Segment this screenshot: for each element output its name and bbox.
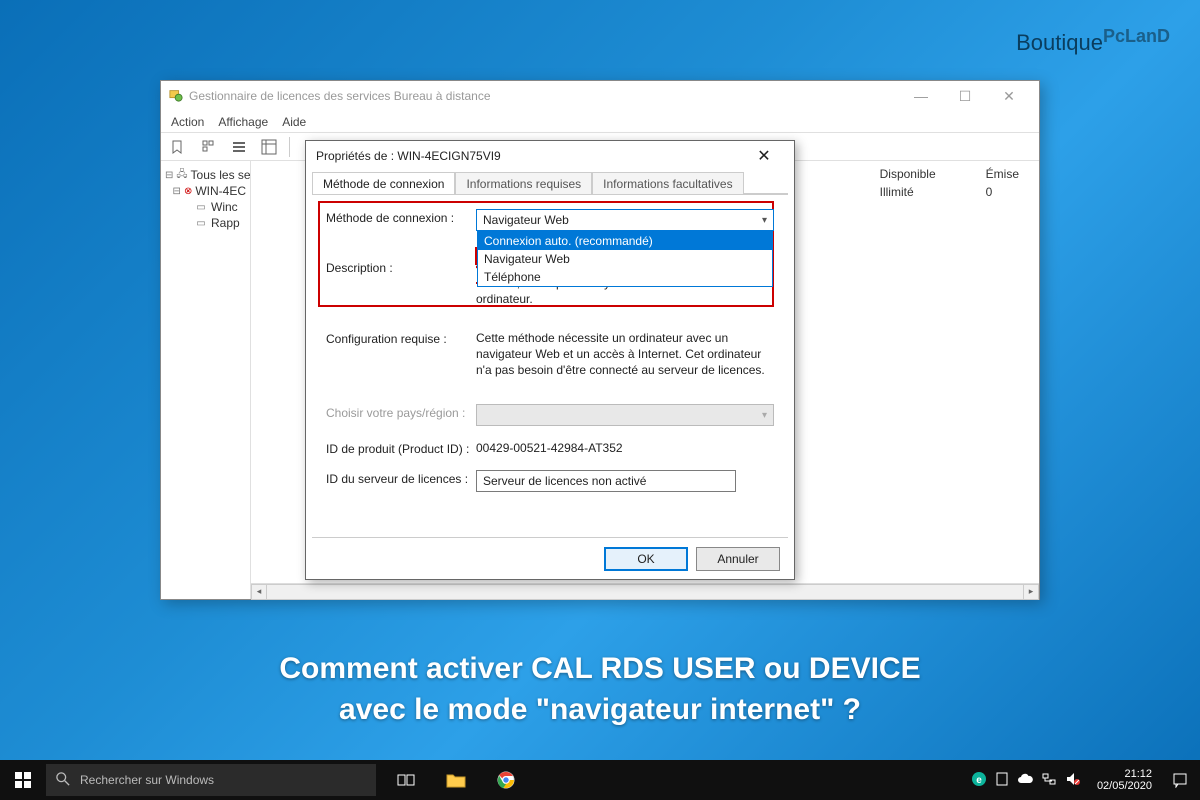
list-columns: Disponible Illimité Émise 0 xyxy=(860,161,1039,205)
window-titlebar[interactable]: Gestionnaire de licences des services Bu… xyxy=(161,81,1039,111)
tab-connection-method[interactable]: Méthode de connexion xyxy=(312,172,455,195)
server-tree[interactable]: ⊟🖧Tous les serv ⊟⊗WIN-4EC ▭Winc ▭Rapp xyxy=(161,161,251,599)
servers-icon: 🖧 xyxy=(176,169,187,181)
dialog-tabs: Méthode de connexion Informations requis… xyxy=(306,171,794,194)
config-text: Cette méthode nécessite un ordinateur av… xyxy=(476,330,774,379)
horizontal-scrollbar[interactable]: ◂ ▸ xyxy=(251,583,1039,599)
report-icon: ▭ xyxy=(194,217,208,229)
label-country: Choisir votre pays/région : xyxy=(326,404,476,420)
dialog-titlebar[interactable]: Propriétés de : WIN-4ECIGN75VI9 ✕ xyxy=(306,141,794,171)
menu-action[interactable]: Action xyxy=(171,115,204,129)
toolbar-icon-1[interactable] xyxy=(169,137,189,157)
cancel-button[interactable]: Annuler xyxy=(696,547,780,571)
watermark-logo: BoutiquePcLanD xyxy=(1016,30,1170,56)
label-config: Configuration requise : xyxy=(326,330,476,346)
label-server-id: ID du serveur de licences : xyxy=(326,470,476,486)
ok-button[interactable]: OK xyxy=(604,547,688,571)
server-error-icon: ⊗ xyxy=(184,185,192,197)
label-connection-method: Méthode de connexion : xyxy=(326,209,476,225)
tree-collapse-icon[interactable]: ⊟ xyxy=(173,185,181,197)
dialog-close-button[interactable]: ✕ xyxy=(744,141,784,171)
combo-option-phone[interactable]: Téléphone xyxy=(478,268,772,286)
label-description: Description : xyxy=(326,259,476,275)
taskbar-clock[interactable]: 21:12 02/05/2020 xyxy=(1089,768,1160,792)
notification-button[interactable] xyxy=(1160,760,1200,800)
chevron-down-icon: ▾ xyxy=(762,215,767,226)
app-icon xyxy=(169,88,183,105)
connection-method-dropdown[interactable]: Connexion auto. (recommandé) Navigateur … xyxy=(477,231,773,287)
chrome-icon[interactable] xyxy=(484,760,528,800)
license-icon: ▭ xyxy=(194,201,208,213)
tutorial-caption: Comment activer CAL RDS USER ou DEVICE a… xyxy=(0,649,1200,730)
col-available-header[interactable]: Disponible xyxy=(880,167,936,181)
tray-volume-icon[interactable] xyxy=(1065,772,1081,789)
menu-view[interactable]: Affichage xyxy=(218,115,268,129)
col-available-value: Illimité xyxy=(880,185,936,199)
connection-method-combo[interactable]: Navigateur Web ▾ Connexion auto. (recomm… xyxy=(476,209,774,231)
tab-required-info[interactable]: Informations requises xyxy=(455,172,592,195)
server-id-field[interactable]: Serveur de licences non activé xyxy=(476,470,736,492)
start-button[interactable] xyxy=(0,760,46,800)
tray-network-icon[interactable] xyxy=(1041,772,1057,789)
properties-dialog: Propriétés de : WIN-4ECIGN75VI9 ✕ Méthod… xyxy=(305,140,795,580)
menu-help[interactable]: Aide xyxy=(282,115,306,129)
maximize-button[interactable]: ☐ xyxy=(943,81,987,111)
tray-cloud-icon[interactable] xyxy=(1017,773,1033,788)
col-issued-header[interactable]: Émise xyxy=(986,167,1019,181)
taskbar: Rechercher sur Windows e 21:12 02/05/202… xyxy=(0,760,1200,800)
label-product-id: ID de produit (Product ID) : xyxy=(326,440,476,456)
toolbar-icon-4[interactable] xyxy=(259,137,279,157)
svg-text:e: e xyxy=(976,775,982,786)
task-view-button[interactable] xyxy=(384,760,428,800)
taskbar-search[interactable]: Rechercher sur Windows xyxy=(46,764,376,796)
combo-option-auto[interactable]: Connexion auto. (recommandé) xyxy=(478,232,772,250)
window-title: Gestionnaire de licences des services Bu… xyxy=(189,89,491,103)
product-id-value: 00429-00521-42984-AT352 xyxy=(476,440,774,456)
tab-optional-info[interactable]: Informations facultatives xyxy=(592,172,743,195)
col-issued-value: 0 xyxy=(986,185,1019,199)
system-tray[interactable]: e xyxy=(963,771,1089,790)
tree-collapse-icon[interactable]: ⊟ xyxy=(165,169,173,181)
dialog-title: Propriétés de : WIN-4ECIGN75VI9 xyxy=(316,149,501,163)
file-explorer-icon[interactable] xyxy=(434,760,478,800)
close-button[interactable]: ✕ xyxy=(987,81,1031,111)
combo-option-web[interactable]: Navigateur Web xyxy=(478,250,772,268)
scroll-right-icon[interactable]: ▸ xyxy=(1023,584,1039,600)
scroll-left-icon[interactable]: ◂ xyxy=(251,584,267,600)
toolbar-icon-2[interactable] xyxy=(199,137,219,157)
tray-edge-icon[interactable]: e xyxy=(971,771,987,790)
minimize-button[interactable]: — xyxy=(899,81,943,111)
menu-bar: Action Affichage Aide xyxy=(161,111,1039,133)
country-combo-disabled: ▾ xyxy=(476,404,774,426)
search-icon xyxy=(56,772,70,789)
tray-server-icon[interactable] xyxy=(995,772,1009,789)
toolbar-icon-3[interactable] xyxy=(229,137,249,157)
chevron-down-icon: ▾ xyxy=(762,410,767,421)
